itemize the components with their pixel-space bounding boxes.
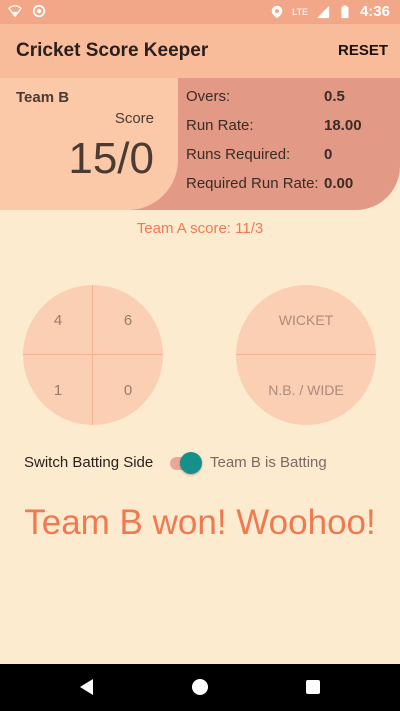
team-a-score: Team A score: 11/3 bbox=[136, 220, 264, 237]
no-ball-wide-button[interactable]: N.B. / WIDE bbox=[236, 355, 376, 425]
status-bar: LTE 4:36 bbox=[0, 0, 400, 24]
recent-apps-icon[interactable] bbox=[306, 680, 320, 694]
stat-label: Runs Required: bbox=[186, 146, 291, 163]
switch-batting-label: Switch Batting Side bbox=[24, 454, 154, 471]
extras-pad: WICKET N.B. / WIDE bbox=[236, 285, 376, 425]
navigation-bar bbox=[0, 664, 400, 711]
stat-label: Required Run Rate: bbox=[186, 175, 319, 192]
runs-6-button[interactable]: 6 bbox=[93, 285, 163, 355]
app-title: Cricket Score Keeper bbox=[16, 40, 209, 61]
score-value: 15/0 bbox=[68, 134, 154, 183]
stat-value: 0.00 bbox=[324, 175, 354, 192]
match-stats: Overs: 0.5 Run Rate: 18.00 Runs Required… bbox=[186, 88, 396, 204]
runs-4-button[interactable]: 4 bbox=[23, 285, 93, 355]
reset-button[interactable]: RESET bbox=[338, 42, 388, 59]
stat-value: 18.00 bbox=[324, 117, 362, 134]
runs-1-button[interactable]: 1 bbox=[23, 355, 93, 425]
wicket-button[interactable]: WICKET bbox=[236, 285, 376, 355]
batting-switch-toggle[interactable] bbox=[180, 452, 202, 474]
stat-label: Overs: bbox=[186, 88, 231, 105]
switch-row: Switch Batting Side Team B is Batting bbox=[24, 452, 384, 474]
stat-runs-required: Runs Required: 0 bbox=[186, 146, 396, 175]
signal-icon bbox=[316, 5, 330, 18]
wifi-off-icon bbox=[8, 5, 22, 18]
pad-divider bbox=[236, 354, 376, 355]
pad-divider bbox=[23, 354, 163, 355]
location-icon bbox=[271, 5, 283, 18]
battery-icon bbox=[341, 4, 349, 18]
network-type-label: LTE bbox=[292, 6, 308, 17]
home-icon[interactable] bbox=[192, 679, 208, 695]
stat-value: 0 bbox=[324, 146, 333, 163]
runs-pad: 4 6 1 0 bbox=[23, 285, 163, 425]
stat-required-run-rate: Required Run Rate: 0.00 bbox=[186, 175, 396, 204]
stat-overs: Overs: 0.5 bbox=[186, 88, 396, 117]
score-label: Score bbox=[114, 110, 154, 127]
score-card: Team B Score 15/0 Overs: 0.5 Run Rate: 1… bbox=[0, 78, 400, 210]
status-time: 4:36 bbox=[359, 3, 390, 20]
app-bar: Cricket Score Keeper RESET bbox=[0, 24, 400, 78]
stat-label: Run Rate: bbox=[186, 117, 254, 134]
batting-state-text: Team B is Batting bbox=[210, 454, 327, 471]
result-message: Team B won! Woohoo! bbox=[24, 503, 376, 542]
stat-run-rate: Run Rate: 18.00 bbox=[186, 117, 396, 146]
batting-team-name: Team B bbox=[16, 89, 70, 106]
batting-team-panel: Team B Score 15/0 bbox=[0, 78, 178, 210]
sync-icon bbox=[32, 4, 46, 18]
runs-0-button[interactable]: 0 bbox=[93, 355, 163, 425]
back-icon[interactable] bbox=[80, 679, 93, 695]
pad-divider bbox=[92, 285, 93, 425]
stat-value: 0.5 bbox=[324, 88, 345, 105]
